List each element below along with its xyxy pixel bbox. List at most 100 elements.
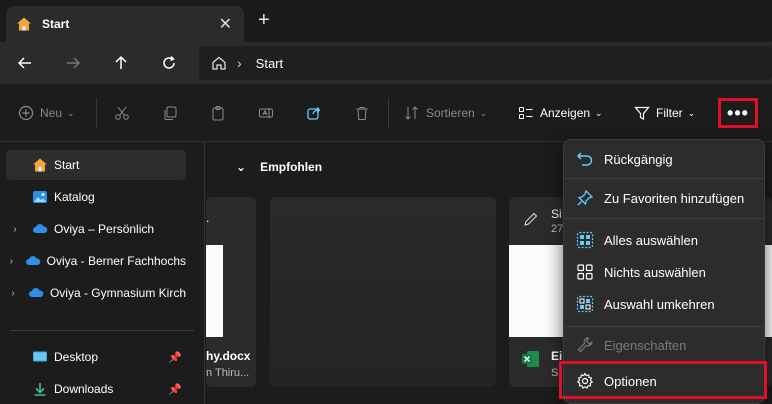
title-bar: Start ✕ + — [0, 0, 772, 42]
file-card[interactable] — [270, 197, 496, 387]
paste-button[interactable] — [210, 102, 232, 124]
new-tab-button[interactable]: + — [258, 9, 270, 32]
pin-icon[interactable]: 📌 — [168, 351, 182, 364]
cloud-icon — [28, 288, 44, 297]
arrow-left-icon — [17, 57, 31, 69]
home-outline-icon — [212, 56, 226, 70]
view-button[interactable]: Anzeigen ⌄ — [518, 102, 603, 124]
chevron-right-icon: › — [11, 287, 15, 299]
more-options-button[interactable]: ••• — [718, 98, 758, 128]
separator — [388, 98, 389, 128]
desktop-icon — [33, 351, 47, 362]
cloud-icon — [25, 256, 40, 265]
pin-icon[interactable]: 📌 — [168, 383, 182, 396]
download-icon — [34, 383, 46, 396]
sidebar-item-label: Katalog — [54, 190, 95, 204]
menu-item-undo[interactable]: Rückgängig — [568, 144, 761, 174]
sidebar-item-label: Downloads — [54, 382, 114, 396]
copy-button[interactable] — [162, 102, 184, 124]
chevron-right-icon: › — [9, 255, 13, 267]
menu-item-label: Eigenschaften — [604, 337, 687, 353]
excel-icon — [522, 351, 539, 367]
share-button[interactable] — [306, 102, 328, 124]
chevron-right-icon: › — [13, 223, 17, 235]
file-card-dot: . — [206, 211, 210, 225]
blurred-thumbnail — [270, 197, 496, 387]
menu-item-properties[interactable]: Eigenschaften — [568, 330, 761, 360]
arrow-up-icon — [115, 55, 127, 69]
menu-item-select-none[interactable]: Nichts auswählen — [568, 257, 761, 287]
tab-start[interactable]: Start ✕ — [6, 6, 244, 42]
gallery-icon — [33, 191, 47, 203]
separator — [96, 98, 97, 128]
up-button[interactable] — [110, 52, 132, 74]
menu-separator — [564, 326, 764, 327]
menu-item-label: Rückgängig — [604, 151, 673, 167]
sidebar-item-onedrive-gymnasium[interactable]: › Oviya - Gymnasium Kirch — [6, 278, 186, 308]
sidebar-item-desktop[interactable]: Desktop 📌 — [6, 342, 186, 372]
sidebar-item-onedrive-bfh[interactable]: › Oviya - Berner Fachhochs — [6, 246, 186, 276]
filter-label: Filter — [656, 106, 683, 120]
sidebar-item-gallery[interactable]: Katalog — [6, 182, 186, 212]
refresh-button[interactable] — [158, 52, 180, 74]
edit-icon — [524, 212, 538, 226]
invert-selection-icon — [576, 295, 594, 313]
sidebar-item-label: Oviya - Berner Fachhochs — [46, 254, 186, 268]
trash-icon — [356, 107, 368, 120]
recommended-section-header[interactable]: ⌄ Empfohlen — [236, 160, 322, 174]
cut-button[interactable] — [114, 102, 136, 124]
chevron-down-icon: ⌄ — [687, 107, 696, 118]
chevron-down-icon: ⌄ — [67, 107, 75, 118]
menu-item-label: Auswahl umkehren — [604, 296, 715, 312]
copy-icon — [164, 106, 177, 120]
menu-item-add-favorite[interactable]: Zu Favoriten hinzufügen — [568, 183, 761, 213]
file-owner: n Thiru... — [206, 367, 250, 379]
scissors-icon — [115, 106, 129, 120]
refresh-icon — [163, 55, 175, 69]
sidebar-item-start[interactable]: Start — [6, 150, 186, 180]
file-name: hy.docx — [206, 349, 251, 363]
sort-icon — [405, 106, 418, 120]
clipboard-icon — [212, 106, 224, 121]
menu-item-label: Nichts auswählen — [604, 264, 706, 280]
new-button[interactable]: Neu ⌄ — [18, 102, 75, 124]
delete-button[interactable] — [354, 102, 376, 124]
rename-button[interactable] — [258, 102, 280, 124]
menu-item-invert-selection[interactable]: Auswahl umkehren — [568, 289, 761, 319]
sidebar-item-label: Desktop — [54, 350, 99, 364]
new-label: Neu — [40, 106, 63, 120]
filter-button[interactable]: Filter ⌄ — [634, 102, 695, 124]
tab-title: Start — [42, 17, 70, 31]
select-all-icon — [576, 231, 594, 249]
address-bar[interactable]: › Start — [199, 46, 772, 80]
menu-separator — [564, 178, 764, 179]
sort-button[interactable]: Sortieren ⌄ — [404, 102, 487, 124]
sidebar-item-label: Oviya - Gymnasium Kirch — [49, 286, 186, 300]
pin-icon — [577, 189, 594, 206]
cloud-icon — [33, 224, 48, 233]
breadcrumb-start[interactable]: Start — [256, 56, 283, 71]
home-icon — [33, 158, 47, 172]
sidebar-item-downloads[interactable]: Downloads 📌 — [6, 374, 186, 404]
sidebar-item-onedrive-personal[interactable]: › Oviya – Persönlich — [6, 214, 186, 244]
filter-icon — [634, 106, 650, 120]
close-tab-button[interactable]: ✕ — [219, 14, 232, 34]
back-button[interactable] — [14, 52, 36, 74]
forward-button[interactable] — [62, 52, 84, 74]
share-icon — [307, 107, 321, 120]
menu-item-label: Zu Favoriten hinzufügen — [604, 190, 745, 206]
options-highlight-frame — [559, 361, 767, 399]
undo-icon — [576, 152, 593, 166]
chevron-down-icon: ⌄ — [236, 160, 247, 174]
navigation-pane: Start Katalog › Oviya – Persönlich › Ovi… — [0, 142, 205, 404]
view-list-icon — [519, 107, 533, 119]
menu-item-select-all[interactable]: Alles auswählen — [568, 225, 761, 255]
file-activity: Si — [551, 207, 562, 221]
section-title: Empfohlen — [260, 160, 323, 174]
select-none-icon — [577, 264, 593, 280]
home-icon — [17, 17, 31, 31]
file-activity-date: 27 — [551, 223, 564, 235]
chevron-down-icon: ⌄ — [595, 107, 603, 118]
file-card[interactable]: . hy.docx n Thiru... — [206, 197, 256, 387]
navigation-bar: › Start — [0, 42, 772, 84]
